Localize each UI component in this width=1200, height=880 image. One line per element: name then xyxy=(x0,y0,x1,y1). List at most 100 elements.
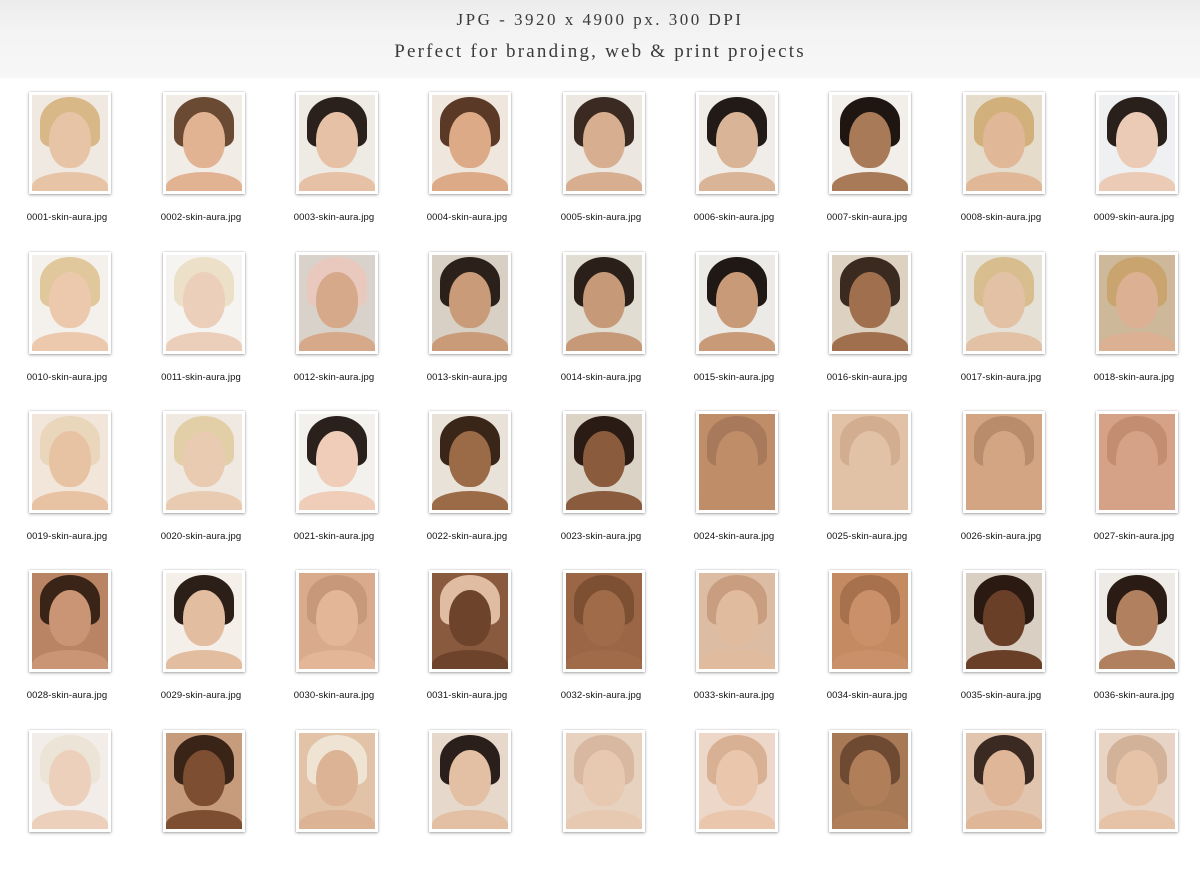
file-thumbnail[interactable]: 0031-skin-aura.jpg xyxy=(400,570,534,720)
file-thumbnail[interactable] xyxy=(267,730,401,880)
file-thumbnail[interactable]: 0018-skin-aura.jpg xyxy=(1067,252,1200,402)
file-thumbnail[interactable] xyxy=(400,730,534,880)
shoulder-shape xyxy=(32,331,108,351)
thumbnail-image[interactable] xyxy=(29,730,111,832)
thumbnail-image[interactable] xyxy=(963,92,1045,194)
thumbnail-image[interactable] xyxy=(429,92,511,194)
portrait-photo xyxy=(432,733,508,829)
file-thumbnail[interactable]: 0011-skin-aura.jpg xyxy=(134,252,268,402)
file-thumbnail[interactable]: 0012-skin-aura.jpg xyxy=(267,252,401,402)
file-thumbnail[interactable]: 0013-skin-aura.jpg xyxy=(400,252,534,402)
file-thumbnail[interactable]: 0001-skin-aura.jpg xyxy=(0,92,134,242)
thumbnail-image[interactable] xyxy=(163,730,245,832)
thumbnail-image[interactable] xyxy=(563,411,645,513)
thumbnail-image[interactable] xyxy=(1096,411,1178,513)
file-thumbnail[interactable]: 0027-skin-aura.jpg xyxy=(1067,411,1200,561)
thumbnail-image[interactable] xyxy=(163,92,245,194)
file-thumbnail[interactable]: 0006-skin-aura.jpg xyxy=(667,92,801,242)
file-thumbnail[interactable]: 0023-skin-aura.jpg xyxy=(534,411,668,561)
thumbnail-image[interactable] xyxy=(563,730,645,832)
file-thumbnail[interactable]: 0002-skin-aura.jpg xyxy=(134,92,268,242)
portrait-photo xyxy=(432,255,508,351)
file-thumbnail[interactable]: 0010-skin-aura.jpg xyxy=(0,252,134,402)
file-thumbnail[interactable] xyxy=(134,730,268,880)
file-thumbnail[interactable]: 0020-skin-aura.jpg xyxy=(134,411,268,561)
thumbnail-image[interactable] xyxy=(429,252,511,354)
thumbnail-image[interactable] xyxy=(163,252,245,354)
file-thumbnail[interactable] xyxy=(934,730,1068,880)
file-thumbnail[interactable]: 0004-skin-aura.jpg xyxy=(400,92,534,242)
file-thumbnail[interactable]: 0033-skin-aura.jpg xyxy=(667,570,801,720)
thumbnail-image[interactable] xyxy=(1096,570,1178,672)
thumbnail-image[interactable] xyxy=(696,92,778,194)
file-thumbnail[interactable]: 0025-skin-aura.jpg xyxy=(800,411,934,561)
file-thumbnail[interactable]: 0024-skin-aura.jpg xyxy=(667,411,801,561)
face-shape xyxy=(48,272,92,328)
file-thumbnail[interactable] xyxy=(667,730,801,880)
thumbnail-image[interactable] xyxy=(29,411,111,513)
thumbnail-image[interactable] xyxy=(563,92,645,194)
thumbnail-image[interactable] xyxy=(829,730,911,832)
thumbnail-image[interactable] xyxy=(696,252,778,354)
thumbnail-image[interactable] xyxy=(696,570,778,672)
file-thumbnail[interactable]: 0003-skin-aura.jpg xyxy=(267,92,401,242)
file-thumbnail[interactable] xyxy=(800,730,934,880)
file-thumbnail[interactable]: 0029-skin-aura.jpg xyxy=(134,570,268,720)
file-thumbnail[interactable]: 0022-skin-aura.jpg xyxy=(400,411,534,561)
thumbnail-image[interactable] xyxy=(29,252,111,354)
file-thumbnail[interactable]: 0015-skin-aura.jpg xyxy=(667,252,801,402)
file-thumbnail[interactable] xyxy=(534,730,668,880)
thumbnail-image[interactable] xyxy=(963,570,1045,672)
file-thumbnail[interactable] xyxy=(1067,730,1200,880)
file-thumbnail[interactable]: 0016-skin-aura.jpg xyxy=(800,252,934,402)
thumbnail-image[interactable] xyxy=(296,252,378,354)
thumbnail-image[interactable] xyxy=(1096,252,1178,354)
thumbnail-image[interactable] xyxy=(29,570,111,672)
thumbnail-image[interactable] xyxy=(29,92,111,194)
file-thumbnail[interactable]: 0005-skin-aura.jpg xyxy=(534,92,668,242)
shoulder-shape xyxy=(966,490,1042,510)
thumbnail-image[interactable] xyxy=(429,411,511,513)
file-thumbnail[interactable]: 0026-skin-aura.jpg xyxy=(934,411,1068,561)
thumbnail-image[interactable] xyxy=(829,252,911,354)
face-shape xyxy=(582,590,626,646)
thumbnail-image[interactable] xyxy=(696,411,778,513)
file-thumbnail[interactable]: 0017-skin-aura.jpg xyxy=(934,252,1068,402)
file-thumbnail[interactable]: 0019-skin-aura.jpg xyxy=(0,411,134,561)
thumbnail-image[interactable] xyxy=(563,252,645,354)
thumbnail-image[interactable] xyxy=(696,730,778,832)
thumbnail-image[interactable] xyxy=(296,730,378,832)
thumbnail-image[interactable] xyxy=(829,411,911,513)
thumbnail-image[interactable] xyxy=(563,570,645,672)
portrait-photo xyxy=(566,733,642,829)
file-thumbnail[interactable]: 0035-skin-aura.jpg xyxy=(934,570,1068,720)
thumbnail-image[interactable] xyxy=(829,570,911,672)
file-thumbnail[interactable]: 0014-skin-aura.jpg xyxy=(534,252,668,402)
shoulder-shape xyxy=(1099,809,1175,829)
file-name-label: 0019-skin-aura.jpg xyxy=(26,531,108,542)
thumbnail-image[interactable] xyxy=(829,92,911,194)
thumbnail-image[interactable] xyxy=(1096,730,1178,832)
thumbnail-image[interactable] xyxy=(296,570,378,672)
file-thumbnail[interactable]: 0034-skin-aura.jpg xyxy=(800,570,934,720)
file-name-label: 0028-skin-aura.jpg xyxy=(26,690,108,701)
file-thumbnail[interactable]: 0021-skin-aura.jpg xyxy=(267,411,401,561)
file-thumbnail[interactable] xyxy=(0,730,134,880)
file-thumbnail[interactable]: 0007-skin-aura.jpg xyxy=(800,92,934,242)
thumbnail-image[interactable] xyxy=(963,411,1045,513)
thumbnail-image[interactable] xyxy=(296,411,378,513)
thumbnail-image[interactable] xyxy=(163,570,245,672)
thumbnail-image[interactable] xyxy=(296,92,378,194)
thumbnail-image[interactable] xyxy=(163,411,245,513)
file-thumbnail[interactable]: 0030-skin-aura.jpg xyxy=(267,570,401,720)
thumbnail-image[interactable] xyxy=(429,730,511,832)
file-thumbnail[interactable]: 0008-skin-aura.jpg xyxy=(934,92,1068,242)
thumbnail-image[interactable] xyxy=(963,252,1045,354)
file-thumbnail[interactable]: 0036-skin-aura.jpg xyxy=(1067,570,1200,720)
thumbnail-image[interactable] xyxy=(429,570,511,672)
file-thumbnail[interactable]: 0009-skin-aura.jpg xyxy=(1067,92,1200,242)
thumbnail-image[interactable] xyxy=(1096,92,1178,194)
file-thumbnail[interactable]: 0028-skin-aura.jpg xyxy=(0,570,134,720)
file-thumbnail[interactable]: 0032-skin-aura.jpg xyxy=(534,570,668,720)
thumbnail-image[interactable] xyxy=(963,730,1045,832)
